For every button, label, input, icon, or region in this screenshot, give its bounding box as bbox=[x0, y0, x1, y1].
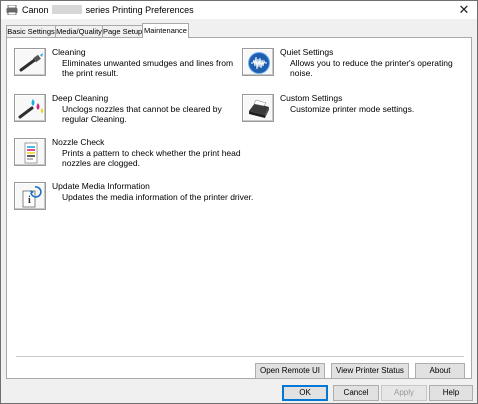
printer-icon bbox=[249, 99, 269, 118]
brush-icon bbox=[19, 53, 43, 72]
window-title: Canon series Printing Preferences bbox=[22, 5, 194, 15]
panel-divider bbox=[16, 356, 464, 357]
tab-basic-settings[interactable]: Basic Settings bbox=[6, 25, 56, 37]
tab-media-quality[interactable]: Media/Quality bbox=[55, 25, 103, 37]
brush-drops-icon bbox=[18, 99, 44, 119]
help-button[interactable]: Help bbox=[429, 385, 473, 401]
quiet-settings-title: Quiet Settings bbox=[280, 47, 334, 57]
quiet-settings-button[interactable] bbox=[242, 48, 274, 76]
tab-page-setup[interactable]: Page Setup bbox=[102, 25, 143, 37]
redacted-model-name bbox=[52, 5, 83, 14]
deep-cleaning-button[interactable] bbox=[14, 94, 46, 122]
sound-wave-icon bbox=[248, 52, 270, 74]
custom-settings-description: Customize printer mode settings. bbox=[290, 104, 415, 114]
open-remote-ui-button[interactable]: Open Remote UI bbox=[255, 363, 325, 379]
nozzle-check-title: Nozzle Check bbox=[52, 137, 105, 147]
close-icon[interactable]: ✕ bbox=[457, 3, 471, 17]
deep-cleaning-description: Unclogs nozzles that cannot be cleared b… bbox=[62, 104, 222, 124]
update-media-description: Updates the media information of the pri… bbox=[62, 192, 254, 202]
svg-text:i: i bbox=[28, 195, 31, 206]
custom-settings-button[interactable] bbox=[242, 94, 274, 122]
about-button[interactable]: About bbox=[415, 363, 465, 379]
printing-preferences-window: Canon series Printing Preferences ✕ Basi… bbox=[0, 0, 478, 404]
nozzle-check-button[interactable] bbox=[14, 138, 46, 166]
nozzle-check-description: Prints a pattern to check whether the pr… bbox=[62, 148, 241, 168]
view-printer-status-button[interactable]: View Printer Status bbox=[331, 363, 409, 379]
maintenance-panel: Cleaning Eliminates unwanted smudges and… bbox=[6, 37, 472, 379]
cleaning-description: Eliminates unwanted smudges and lines fr… bbox=[62, 58, 234, 78]
cancel-button[interactable]: Cancel bbox=[333, 385, 379, 401]
title-brand: Canon bbox=[22, 5, 49, 15]
deep-cleaning-title: Deep Cleaning bbox=[52, 93, 109, 103]
tab-maintenance[interactable]: Maintenance bbox=[142, 23, 189, 38]
apply-button: Apply bbox=[381, 385, 427, 401]
update-media-button[interactable]: i bbox=[14, 182, 46, 210]
printer-app-icon bbox=[6, 5, 18, 15]
title-bar[interactable]: Canon series Printing Preferences ✕ bbox=[1, 1, 477, 19]
title-suffix: series Printing Preferences bbox=[85, 5, 194, 15]
cleaning-title: Cleaning bbox=[52, 47, 86, 57]
cleaning-button[interactable] bbox=[14, 48, 46, 76]
document-refresh-icon: i bbox=[22, 186, 42, 208]
nozzle-pattern-icon bbox=[24, 142, 38, 164]
quiet-settings-description: Allows you to reduce the printer's opera… bbox=[290, 58, 453, 78]
custom-settings-title: Custom Settings bbox=[280, 93, 343, 103]
ok-button[interactable]: OK bbox=[282, 385, 328, 401]
update-media-title: Update Media Information bbox=[52, 181, 150, 191]
